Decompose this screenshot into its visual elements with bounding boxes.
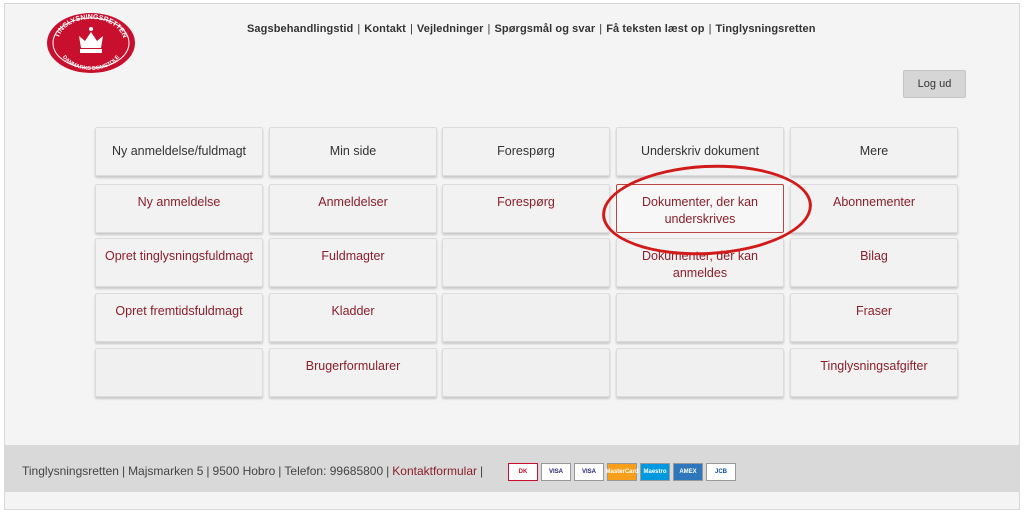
jcb-icon: JCB xyxy=(706,463,736,481)
tile-header-ny-anmeldelse-fuldmagt[interactable]: Ny anmeldelse/fuldmagt xyxy=(95,127,263,176)
dankort-icon: DK xyxy=(508,463,538,481)
tile-empty xyxy=(616,348,784,397)
tile-fuldmagter[interactable]: Fuldmagter xyxy=(269,238,437,287)
tile-empty xyxy=(442,238,610,287)
mastercard-icon: MasterCard xyxy=(606,463,639,481)
nav-separator: | xyxy=(599,23,603,35)
footer-phone: Telefon: 99685800 xyxy=(284,464,384,478)
nav-spoergsmaal-og-svar[interactable]: Spørgsmål og svar xyxy=(494,23,595,35)
footer: Tinglysningsretten | Majsmarken 5 | 9500 Hob… xyxy=(5,445,1019,492)
tile-dokumenter-der-kan-anmeldes[interactable]: Dokumenter, der kan anmeldes xyxy=(616,238,784,287)
tile-opret-fremtidsfuldmagt[interactable]: Opret fremtidsfuldmagt xyxy=(95,293,263,342)
footer-city: 9500 Hobro xyxy=(212,464,276,478)
visa-icon: VISA xyxy=(541,463,571,481)
tile-bilag[interactable]: Bilag xyxy=(790,238,958,287)
tinglysningsretten-logo[interactable]: TINGLYSNINGSRETTEN DANMARKS DOMSTOLE xyxy=(46,12,136,74)
tile-header-foresporg[interactable]: Forespørg xyxy=(442,127,610,176)
nav-faa-teksten-laest-op[interactable]: Få teksten læst op xyxy=(606,23,704,35)
amex-icon: AMEX xyxy=(673,463,703,481)
footer-contact-link[interactable]: Kontaktformular xyxy=(392,464,477,478)
tile-empty xyxy=(95,348,263,397)
tile-brugerformularer[interactable]: Brugerformularer xyxy=(269,348,437,397)
nav-tinglysningsretten[interactable]: Tinglysningsretten xyxy=(716,23,816,35)
tile-fraser[interactable]: Fraser xyxy=(790,293,958,342)
tile-header-min-side[interactable]: Min side xyxy=(269,127,437,176)
maestro-icon: Maestro xyxy=(640,463,670,481)
tile-anmeldelser[interactable]: Anmeldelser xyxy=(269,184,437,233)
footer-contact-info: Tinglysningsretten | Majsmarken 5 | 9500 Hob… xyxy=(22,464,484,478)
tile-empty xyxy=(442,293,610,342)
tile-empty xyxy=(442,348,610,397)
tile-kladder[interactable]: Kladder xyxy=(269,293,437,342)
tile-abonnementer[interactable]: Abonnementer xyxy=(790,184,958,233)
tile-tinglysningsafgifter[interactable]: Tinglysningsafgifter xyxy=(790,348,958,397)
nav-vejledninger[interactable]: Vejledninger xyxy=(417,23,484,35)
tile-dokumenter-der-kan-underskrives[interactable]: Dokumenter, der kan underskrives xyxy=(616,184,784,233)
tile-header-underskriv-dokument[interactable]: Underskriv dokument xyxy=(616,127,784,176)
footer-name: Tinglysningsretten xyxy=(22,464,119,478)
nav-separator: | xyxy=(357,23,361,35)
tile-empty xyxy=(616,293,784,342)
nav-separator: | xyxy=(487,23,491,35)
payment-cards: DK VISA VISA MasterCard Maestro AMEX JCB xyxy=(508,463,736,481)
nav-separator: | xyxy=(409,23,413,35)
tile-header-mere[interactable]: Mere xyxy=(790,127,958,176)
nav-sagsbehandlingstid[interactable]: Sagsbehandlingstid xyxy=(247,23,353,35)
tile-ny-anmeldelse[interactable]: Ny anmeldelse xyxy=(95,184,263,233)
logout-button[interactable]: Log ud xyxy=(903,70,966,98)
visa-electron-icon: VISA xyxy=(574,463,604,481)
nav-kontakt[interactable]: Kontakt xyxy=(364,23,406,35)
nav-separator: | xyxy=(708,23,712,35)
top-navigation: Sagsbehandlingstid | Kontakt | Vejledninger |… xyxy=(247,23,816,35)
tile-foresporg[interactable]: Forespørg xyxy=(442,184,610,233)
footer-address: Majsmarken 5 xyxy=(128,464,204,478)
tile-opret-tinglysningsfuldmagt[interactable]: Opret tinglysningsfuldmagt xyxy=(95,238,263,287)
